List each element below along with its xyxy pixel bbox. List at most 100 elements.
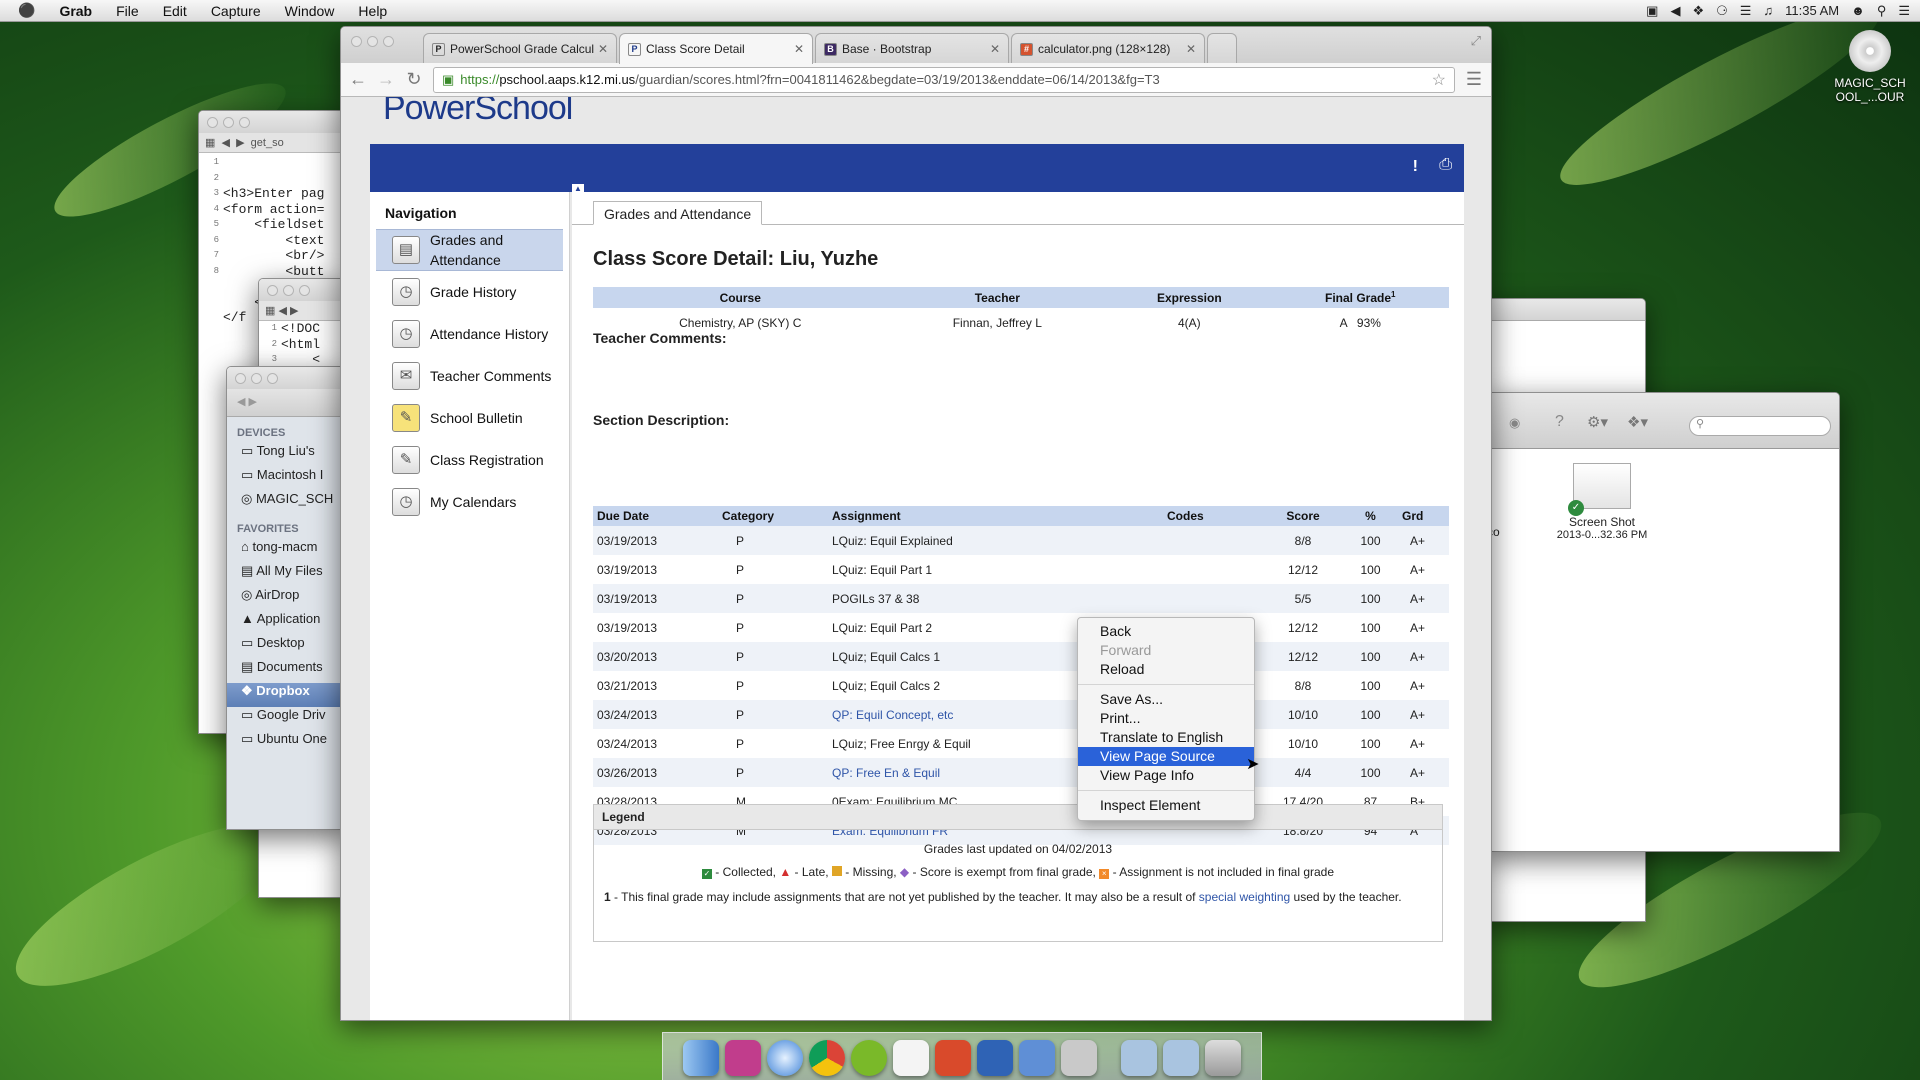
score-cell[interactable]: 12/12 [1263, 642, 1343, 671]
user-icon[interactable]: ☻ [1851, 3, 1865, 18]
screen-icon[interactable]: ▣ [1646, 3, 1658, 19]
browser-tab[interactable]: B Base · Bootstrap ✕ [815, 33, 1009, 63]
app-menu[interactable]: Grab [47, 3, 104, 19]
menu-item-translate[interactable]: Translate to English [1078, 728, 1254, 747]
dropbox-menu-icon[interactable]: ❖▾ [1627, 413, 1648, 431]
nav-item-class-registration[interactable]: ✎ Class Registration [370, 439, 569, 481]
back-icon[interactable]: ← [349, 69, 367, 90]
minimize-button[interactable] [223, 117, 234, 128]
clock[interactable]: 11:35 AM [1785, 3, 1839, 18]
downloads-dock-icon[interactable] [1163, 1040, 1199, 1076]
nav-item-my-calendars[interactable]: ◷ My Calendars [370, 481, 569, 523]
print-icon[interactable]: ⎙ [1439, 156, 1452, 174]
dvd-desktop-icon[interactable]: MAGIC_SCH OOL_...OUR [1828, 30, 1912, 104]
sidebar-item-device[interactable]: ▭ Macintosh I [227, 467, 347, 491]
final-grade-cell[interactable]: A 93% [1272, 308, 1449, 337]
nav-item-grade-history[interactable]: ◷ Grade History [370, 271, 569, 313]
sidebar-item-home[interactable]: ⌂ tong-macm [227, 539, 347, 563]
menu-capture[interactable]: Capture [199, 3, 273, 19]
sidebar-item-applications[interactable]: ▲ Application [227, 611, 347, 635]
tab-close-icon[interactable]: ✕ [1186, 42, 1196, 56]
powerschool-logo[interactable]: PowerSchool [383, 97, 573, 128]
nav-item-school-bulletin[interactable]: ✎ School Bulletin [370, 397, 569, 439]
sidebar-item-airdrop[interactable]: ◎ AirDrop [227, 587, 347, 611]
finder-dock-icon[interactable] [683, 1040, 719, 1076]
close-button[interactable] [207, 117, 218, 128]
score-cell[interactable]: 10/10 [1263, 700, 1343, 729]
sidebar-item-documents[interactable]: ▤ Documents [227, 659, 347, 683]
finder-search-field[interactable]: ⚲ [1689, 416, 1831, 436]
sidebar-item-device[interactable]: ◎ MAGIC_SCH [227, 491, 347, 515]
volume-icon[interactable]: ♫ [1763, 3, 1773, 18]
browser-tab-active[interactable]: P Class Score Detail ✕ [619, 33, 813, 64]
trash-dock-icon[interactable] [1205, 1040, 1241, 1076]
minimize-button[interactable] [251, 373, 262, 384]
gear-icon[interactable]: ⚙▾ [1587, 413, 1608, 431]
score-cell[interactable]: 8/8 [1263, 526, 1343, 555]
nav-item-teacher-comments[interactable]: ✉ Teacher Comments [370, 355, 569, 397]
list-icon[interactable]: ☰ [1898, 3, 1910, 19]
sync-icon[interactable]: ⚆ [1716, 3, 1728, 19]
wifi-icon[interactable]: ☰ [1740, 3, 1752, 19]
teacher-cell[interactable]: Finnan, Jeffrey L [887, 308, 1107, 337]
quicklook-icon[interactable]: ◉ [1509, 415, 1520, 431]
tab-close-icon[interactable]: ✕ [794, 42, 804, 56]
tab-grades-attendance[interactable]: Grades and Attendance [593, 201, 763, 225]
sidebar-item-all-files[interactable]: ▤ All My Files [227, 563, 347, 587]
score-cell[interactable]: 4/4 [1263, 758, 1343, 787]
reeder-dock-icon[interactable] [935, 1040, 971, 1076]
safari-dock-icon[interactable] [767, 1040, 803, 1076]
finder-nav-buttons[interactable]: ◀ ▶ [227, 389, 347, 417]
sidebar-item-ubuntu-one[interactable]: ▭ Ubuntu One [227, 731, 347, 755]
reload-icon[interactable]: ↻ [405, 69, 423, 90]
forward-icon[interactable]: → [377, 69, 395, 90]
browser-tab[interactable]: P PowerSchool Grade Calcul ✕ [423, 33, 617, 63]
fullscreen-icon[interactable]: ⤢ [1471, 33, 1481, 49]
score-cell[interactable]: 10/10 [1263, 729, 1343, 758]
search-icon[interactable]: ⚲ [1877, 3, 1887, 19]
menu-item-back[interactable]: Back [1078, 622, 1254, 641]
score-cell[interactable]: 12/12 [1263, 555, 1343, 584]
screenshot-file[interactable]: ✓ Screen Shot 2013-0...32.36 PM [1547, 463, 1657, 541]
xcode-dock-icon[interactable] [1019, 1040, 1055, 1076]
editor-tab[interactable]: get_so [251, 137, 284, 149]
score-cell[interactable]: 8/8 [1263, 671, 1343, 700]
apple-menu-icon[interactable]: ⚫ [0, 2, 47, 19]
sublime-dock-icon[interactable] [725, 1040, 761, 1076]
menu-item-reload[interactable]: Reload [1078, 660, 1254, 679]
textedit-dock-icon[interactable] [893, 1040, 929, 1076]
sidebar-item-dropbox[interactable]: ❖ Dropbox [227, 683, 347, 707]
address-bar[interactable]: ▣ https://pschool.aaps.k12.mi.us/guardia… [433, 66, 1455, 93]
folder-dock-icon[interactable] [1121, 1040, 1157, 1076]
nav-item-grades-attendance[interactable]: ▤ Grades and Attendance [376, 229, 563, 271]
bookmark-star-icon[interactable]: ☆ [1432, 70, 1446, 90]
close-button[interactable] [267, 285, 278, 296]
tab-close-icon[interactable]: ✕ [598, 42, 608, 56]
zoom-button[interactable] [383, 36, 394, 47]
menu-window[interactable]: Window [273, 3, 347, 19]
code-area-2[interactable]: <!DOC <html < [281, 321, 320, 368]
sidebar-item-desktop[interactable]: ▭ Desktop [227, 635, 347, 659]
menu-item-inspect-element[interactable]: Inspect Element [1078, 796, 1254, 815]
nav-item-attendance-history[interactable]: ◷ Attendance History [370, 313, 569, 355]
browser-tab[interactable]: # calculator.png (128×128) ✕ [1011, 33, 1205, 63]
tab-close-icon[interactable]: ✕ [990, 42, 1000, 56]
help-icon[interactable]: ? [1555, 413, 1564, 431]
sidebar-item-device[interactable]: ▭ Tong Liu's [227, 443, 347, 467]
back-arrow-icon[interactable]: ◀ [1670, 3, 1680, 19]
zoom-button[interactable] [239, 117, 250, 128]
sidebar-item-google-drive[interactable]: ▭ Google Driv [227, 707, 347, 731]
teamviewer-dock-icon[interactable] [977, 1040, 1013, 1076]
dropbox-icon[interactable]: ❖ [1692, 3, 1704, 19]
score-cell[interactable]: 5/5 [1263, 584, 1343, 613]
minimize-button[interactable] [367, 36, 378, 47]
menu-item-view-page-info[interactable]: View Page Info [1078, 766, 1254, 785]
menu-file[interactable]: File [104, 3, 151, 19]
score-cell[interactable]: 12/12 [1263, 613, 1343, 642]
spotify-dock-icon[interactable] [851, 1040, 887, 1076]
new-tab-button[interactable] [1207, 33, 1237, 63]
grab-dock-icon[interactable] [1061, 1040, 1097, 1076]
close-button[interactable] [235, 373, 246, 384]
menu-item-view-page-source[interactable]: View Page Source [1078, 747, 1254, 766]
menu-help[interactable]: Help [346, 3, 399, 19]
